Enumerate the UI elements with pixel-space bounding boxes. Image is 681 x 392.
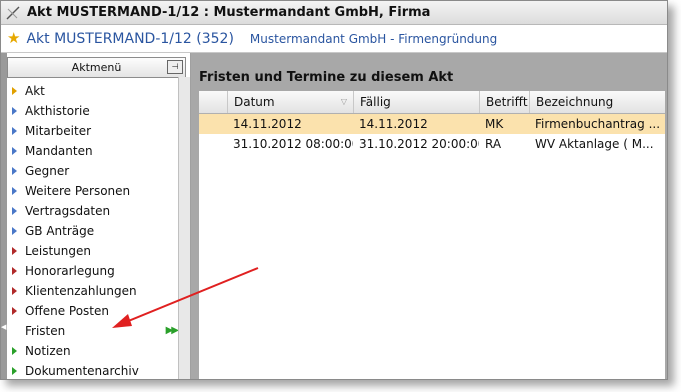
column-header-bezeichnung[interactable]: Bezeichnung — [529, 91, 665, 113]
favorite-star-icon[interactable]: ★ — [7, 31, 20, 46]
sidebar-item-label: Offene Posten — [25, 304, 109, 318]
sidebar-item-offene-posten[interactable]: Offene Posten — [7, 301, 179, 321]
sidebar-item-label: Notizen — [25, 344, 71, 358]
sidebar-item-weitere-personen[interactable]: Weitere Personen — [7, 181, 179, 201]
sidebar-item-label: Leistungen — [25, 244, 91, 258]
sidebar-item-label: Mandanten — [25, 144, 93, 158]
table-row[interactable]: 14.11.2012 14.11.2012 MK Firmenbuchantrag .… — [199, 114, 665, 134]
column-header-faellig[interactable]: Fällig — [353, 91, 479, 113]
table-cell-faellig: 31.10.2012 20:00:00 — [359, 137, 479, 151]
sidebar-item-label: Akthistorie — [25, 104, 90, 118]
akt-subtitle: Mustermandant GmbH - Firmengründung — [249, 31, 498, 46]
sidebar-item-label: Akt — [25, 84, 45, 98]
sidebar-item-fristen[interactable]: Fristen ▶▶ — [7, 321, 179, 341]
collapse-arrow-icon: ◀ — [1, 323, 7, 331]
triangle-bullet-icon — [12, 147, 17, 155]
sidebar-item-akt[interactable]: Akt — [7, 81, 179, 101]
sidebar-item-dokumentenarchiv[interactable]: Dokumentenarchiv — [7, 361, 179, 379]
table-cell-betrifft: MK — [485, 117, 504, 131]
sidebar-item-label: Weitere Personen — [25, 184, 131, 198]
column-header-datum[interactable]: Datum ▽ — [227, 91, 353, 113]
sidebar-item-mitarbeiter[interactable]: Mitarbeiter — [7, 121, 179, 141]
column-header-label: Datum — [234, 95, 275, 109]
sidebar-item-label: GB Anträge — [25, 224, 95, 238]
akt-menu-panel: Aktmenü ⊣ Akt Akthistorie Mitarbeiter Manda… — [7, 53, 191, 379]
title-bar: Akt MUSTERMAND-1/12 : Mustermandant GmbH… — [1, 1, 667, 25]
scales-icon — [6, 6, 20, 19]
table-row[interactable]: 31.10.2012 08:00:00 31.10.2012 20:00:00 RA… — [199, 134, 665, 154]
row-selector[interactable] — [199, 134, 227, 154]
sidebar-item-label: Mitarbeiter — [25, 124, 92, 138]
table-cell-bezeichnung: WV Aktanlage ( M... — [535, 137, 654, 151]
sidebar-item-notizen[interactable]: Notizen — [7, 341, 179, 361]
table-cell-datum: 14.11.2012 — [233, 117, 302, 131]
pin-icon[interactable]: ⊣ — [167, 60, 183, 74]
section-title: Fristen und Termine zu diesem Akt — [199, 70, 454, 85]
sidebar-item-gegner[interactable]: Gegner — [7, 161, 179, 181]
table-cell-faellig: 14.11.2012 — [359, 117, 428, 131]
fristen-table: Datum ▽ Fällig Betrifft Bezeichnung 14.1… — [199, 91, 665, 379]
sidebar-item-mandanten[interactable]: Mandanten — [7, 141, 179, 161]
triangle-bullet-icon — [12, 187, 17, 195]
active-item-arrow-icon: ▶▶ — [165, 325, 179, 336]
sidebar-item-label: Dokumentenarchiv — [25, 364, 139, 378]
triangle-bullet-icon — [12, 367, 17, 375]
app-window: Akt MUSTERMAND-1/12 : Mustermandant GmbH… — [0, 0, 668, 380]
akt-menu-list: Akt Akthistorie Mitarbeiter Mandanten Gegner… — [7, 81, 179, 379]
triangle-bullet-icon — [12, 167, 17, 175]
triangle-bullet-icon — [12, 287, 17, 295]
sidebar-item-gb-anträge[interactable]: GB Anträge — [7, 221, 179, 241]
sidebar-item-label: Honorarlegung — [25, 264, 115, 278]
sort-arrow-icon: ▽ — [340, 97, 347, 106]
sidebar-scrollbar[interactable] — [178, 77, 190, 379]
triangle-bullet-icon — [12, 207, 17, 215]
main-content: Fristen und Termine zu diesem Akt Datum … — [191, 53, 667, 379]
triangle-bullet-icon — [12, 127, 17, 135]
akt-menu-header: Aktmenü ⊣ — [7, 57, 186, 78]
table-header: Datum ▽ Fällig Betrifft Bezeichnung — [199, 91, 665, 114]
sidebar-item-label: Gegner — [25, 164, 70, 178]
window-title: Akt MUSTERMAND-1/12 : Mustermandant GmbH… — [27, 5, 431, 20]
sidebar-item-leistungen[interactable]: Leistungen — [7, 241, 179, 261]
sidebar-item-akthistorie[interactable]: Akthistorie — [7, 101, 179, 121]
akt-title: Akt MUSTERMAND-1/12 (352) — [26, 30, 234, 47]
row-selector[interactable] — [199, 114, 227, 134]
sidebar-item-label: Fristen — [25, 324, 66, 338]
table-cell-datum: 31.10.2012 08:00:00 — [233, 137, 353, 151]
triangle-bullet-icon — [12, 87, 17, 95]
triangle-bullet-icon — [12, 247, 17, 255]
sidebar-item-vertragsdaten[interactable]: Vertragsdaten — [7, 201, 179, 221]
akt-header: ★ Akt MUSTERMAND-1/12 (352) Mustermandan… — [1, 25, 667, 53]
akt-menu-title: Aktmenü — [71, 61, 122, 74]
triangle-bullet-icon — [12, 227, 17, 235]
sidebar-item-honorarlegung[interactable]: Honorarlegung — [7, 261, 179, 281]
triangle-bullet-icon — [12, 107, 17, 115]
row-selector-header — [199, 91, 227, 113]
triangle-bullet-icon — [12, 307, 17, 315]
sidebar-item-label: Vertragsdaten — [25, 204, 111, 218]
triangle-bullet-icon — [12, 267, 17, 275]
table-cell-betrifft: RA — [485, 137, 502, 151]
sidebar-item-label: Klientenzahlungen — [25, 284, 137, 298]
sidebar-item-klientenzahlungen[interactable]: Klientenzahlungen — [7, 281, 179, 301]
column-header-betrifft[interactable]: Betrifft — [479, 91, 529, 113]
triangle-bullet-icon — [12, 347, 17, 355]
table-cell-bezeichnung: Firmenbuchantrag ... — [535, 117, 661, 131]
